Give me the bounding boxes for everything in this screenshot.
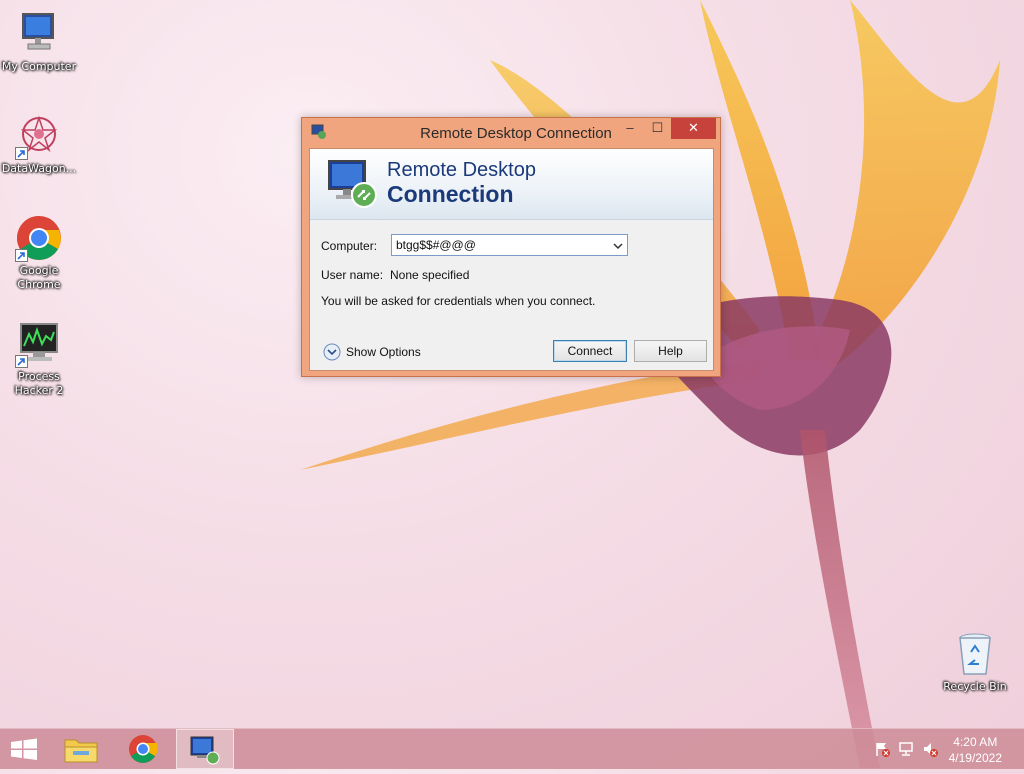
desktop-icon-label: My Computer <box>1 60 77 73</box>
shortcut-arrow-icon <box>15 147 28 160</box>
taskbar-remote-desktop[interactable] <box>176 729 234 769</box>
recycle-bin-icon <box>951 630 999 678</box>
desktop-icon-process-hacker[interactable]: Process Hacker 2 <box>1 320 77 398</box>
taskbar: 4:20 AM 4/19/2022 <box>0 728 1024 769</box>
desktop-icon-recycle-bin[interactable]: Recycle Bin <box>937 630 1013 694</box>
start-icon <box>11 738 37 760</box>
help-button[interactable]: Help <box>634 340 707 362</box>
volume-muted-icon[interactable] <box>922 741 938 757</box>
start-button[interactable] <box>0 729 48 769</box>
desktop-icon-google-chrome[interactable]: Google Chrome <box>1 214 77 292</box>
computer-combobox[interactable] <box>391 234 628 256</box>
show-options-button[interactable]: Show Options <box>346 345 421 359</box>
shortcut-arrow-icon <box>15 249 28 262</box>
close-button[interactable]: ✕ <box>671 118 716 139</box>
banner-title-line2: Connection <box>387 181 514 207</box>
remote-desktop-dialog: Remote Desktop Connection – ☐ ✕ Remote D… <box>301 117 721 377</box>
chrome-icon <box>129 735 158 763</box>
datawagon-logo-icon <box>15 112 63 160</box>
desktop-icon-label: Recycle Bin <box>943 680 1007 693</box>
chrome-icon <box>15 214 63 262</box>
desktop-icon-label: Google Chrome <box>17 264 61 291</box>
chevron-down-icon[interactable] <box>612 239 624 251</box>
dialog-client-area: Remote Desktop Connection Computer: User… <box>309 148 714 371</box>
username-label: User name: <box>321 268 384 282</box>
title-bar[interactable]: Remote Desktop Connection – ☐ ✕ <box>302 118 720 146</box>
computer-label: Computer: <box>321 239 378 253</box>
desktop-icon-my-computer[interactable]: My Computer <box>1 10 77 74</box>
credentials-note: You will be asked for credentials when y… <box>321 294 596 308</box>
clock-time: 4:20 AM <box>953 735 998 749</box>
remote-desktop-icon <box>190 736 220 765</box>
clock-date: 4/19/2022 <box>948 751 1002 765</box>
minimize-button[interactable]: – <box>616 118 644 139</box>
desktop-icon-label: DataWagon... <box>1 162 77 175</box>
maximize-button[interactable]: ☐ <box>644 118 671 139</box>
connect-button[interactable]: Connect <box>553 340 627 362</box>
computer-input[interactable] <box>394 236 608 254</box>
shortcut-arrow-icon <box>15 355 28 368</box>
show-options-chevron-icon[interactable] <box>323 343 341 361</box>
taskbar-chrome[interactable] <box>118 729 168 769</box>
banner-title-line1: Remote Desktop <box>387 159 536 181</box>
desktop-icon-datawagon[interactable]: DataWagon... <box>1 112 77 176</box>
username-value: None specified <box>390 268 470 282</box>
file-explorer-icon <box>64 739 98 763</box>
dialog-banner: Remote Desktop Connection <box>310 149 713 220</box>
remote-desktop-large-icon <box>326 157 378 209</box>
wallpaper <box>300 0 1000 768</box>
action-center-flag-icon[interactable] <box>874 741 890 757</box>
taskbar-file-explorer[interactable] <box>56 729 106 769</box>
taskbar-clock[interactable]: 4:20 AM 4/19/2022 <box>949 734 1002 766</box>
process-hacker-icon <box>15 320 63 368</box>
computer-icon <box>15 10 63 58</box>
network-icon[interactable] <box>898 741 914 757</box>
desktop-icon-label: Process Hacker 2 <box>14 370 64 397</box>
